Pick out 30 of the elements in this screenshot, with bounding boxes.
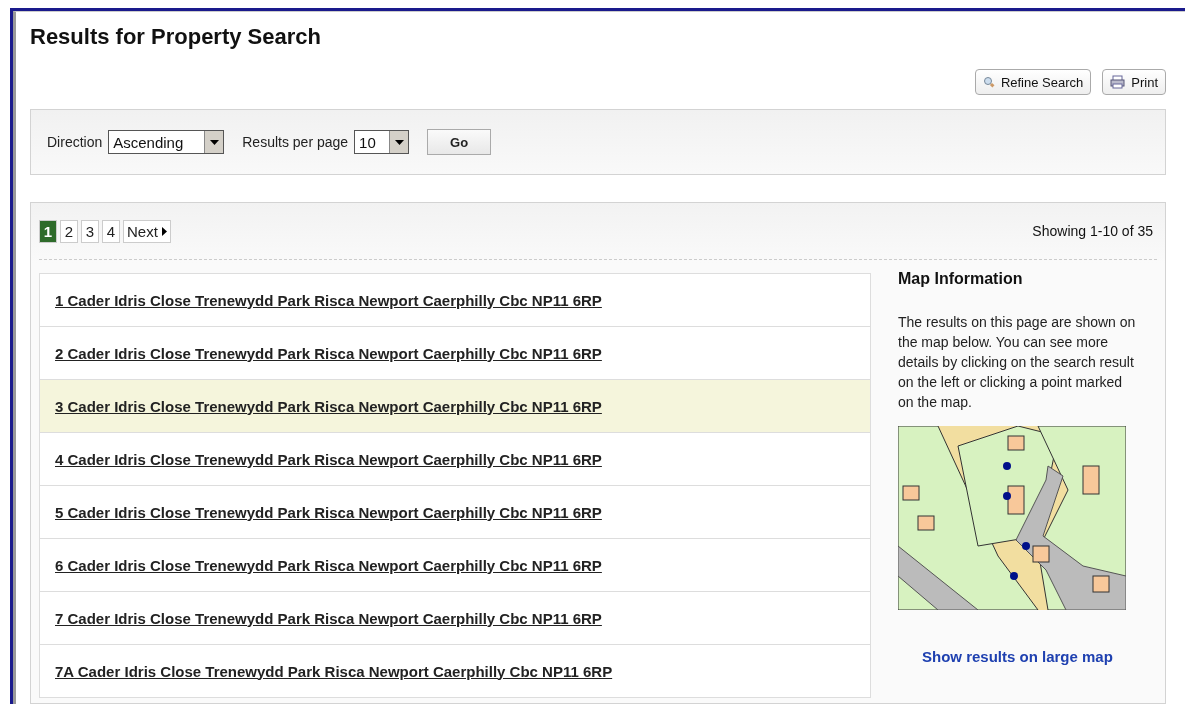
- caret-right-icon: [161, 226, 167, 236]
- map-description: The results on this page are shown on the map below. You can see more details by clicking on the search result on the left or clicking a point marked on the map.: [898, 313, 1136, 412]
- page-link[interactable]: 3: [81, 219, 99, 243]
- go-button[interactable]: Go: [427, 129, 492, 155]
- page-link[interactable]: 2: [60, 219, 78, 243]
- per-page-select[interactable]: 10: [354, 130, 410, 154]
- page-link[interactable]: 4: [102, 219, 120, 243]
- page-link[interactable]: 1: [39, 219, 57, 243]
- per-page-label: Results per page: [242, 134, 349, 150]
- caret-down-icon: [394, 139, 404, 145]
- address-link[interactable]: 5 Cader Idris Close Trenewydd Park Risca Newport Caerphilly Cbc NP11 6RP: [55, 503, 602, 521]
- results-count: Showing 1-10 of 35: [1032, 223, 1153, 239]
- caret-down-icon: [209, 139, 219, 145]
- address-link[interactable]: 7 Cader Idris Close Trenewydd Park Risca Newport Caerphilly Cbc NP11 6RP: [55, 609, 602, 627]
- map-heading: Map Information: [898, 270, 1024, 288]
- page-title: Results for Property Search: [30, 24, 322, 50]
- address-link[interactable]: 4 Cader Idris Close Trenewydd Park Risca Newport Caerphilly Cbc NP11 6RP: [55, 450, 602, 468]
- direction-label: Direction: [47, 134, 103, 150]
- magnifier-icon: [982, 76, 995, 88]
- print-button[interactable]: Print: [1102, 69, 1166, 95]
- address-link[interactable]: 3 Cader Idris Close Trenewydd Park Risca Newport Caerphilly Cbc NP11 6RP: [55, 397, 602, 415]
- next-link[interactable]: Next: [123, 219, 171, 243]
- refine-search-button[interactable]: Refine Search: [974, 69, 1092, 95]
- address-link[interactable]: 1 Cader Idris Close Trenewydd Park Risca Newport Caerphilly Cbc NP11 6RP: [55, 291, 602, 309]
- direction-select[interactable]: Ascending: [108, 130, 225, 154]
- printer-icon: [1110, 75, 1126, 89]
- large-map-link[interactable]: Show results on large map: [922, 648, 1148, 665]
- address-link[interactable]: 7A Cader Idris Close Trenewydd Park Risca Newport Caerphilly Cbc NP11 6RP: [55, 662, 613, 680]
- address-link[interactable]: 2 Cader Idris Close Trenewydd Park Risca Newport Caerphilly Cbc NP11 6RP: [55, 344, 602, 362]
- address-link[interactable]: 6 Cader Idris Close Trenewydd Park Risca Newport Caerphilly Cbc NP11 6RP: [55, 556, 602, 574]
